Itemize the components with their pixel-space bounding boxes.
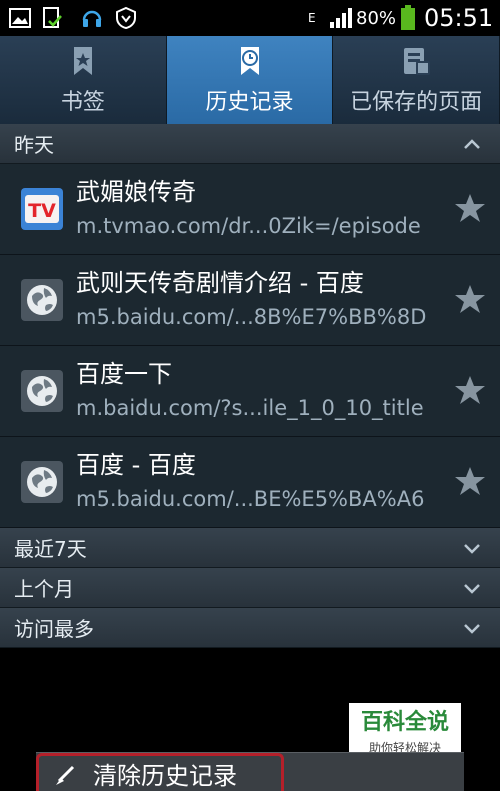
saved-pages-icon (404, 48, 431, 75)
options-menu: 清除历史记录 (36, 752, 464, 791)
network-type: E (308, 11, 316, 25)
tab-history[interactable]: 历史记录 (166, 36, 334, 124)
section-yesterday[interactable]: 昨天 (0, 124, 500, 164)
browser-history-tabs: 书签 历史记录 已保存的页面 (0, 36, 500, 124)
history-item[interactable]: 武则天传奇剧情介绍 - 百度 m5.baidu.com/...8B%E7%BB%… (0, 255, 500, 346)
history-title: 百度一下 (76, 360, 172, 388)
chevron-down-icon (464, 544, 480, 554)
section-last-month[interactable]: 上个月 (0, 568, 500, 608)
tab-label: 书签 (60, 90, 105, 115)
section-label: 访问最多 (14, 617, 94, 641)
star-icon[interactable] (454, 192, 486, 224)
battery-percent: 80% (356, 7, 397, 29)
history-list: 昨天 TV 武媚娘传奇 m.tvmao.com/dr...0Zik=/episo… (0, 124, 500, 648)
tab-saved-pages[interactable]: 已保存的页面 (333, 36, 500, 124)
chevron-down-icon (464, 624, 480, 634)
history-title: 武媚娘传奇 (76, 178, 196, 206)
gallery-icon (9, 8, 31, 28)
star-icon[interactable] (454, 283, 486, 315)
history-item[interactable]: 百度 - 百度 m5.baidu.com/...BE%E5%BA%A6 (0, 437, 500, 528)
clock: 05:51 (424, 4, 494, 32)
status-bar: E 80% 05:51 (0, 0, 500, 36)
broom-icon (56, 765, 75, 785)
clear-history-menu-item[interactable]: 清除历史记录 (36, 753, 284, 791)
history-item[interactable]: 百度一下 m.baidu.com/?s...ile_1_0_10_title (0, 346, 500, 437)
globe-icon (21, 279, 63, 321)
svg-text:TV: TV (28, 200, 56, 222)
section-last-7-days[interactable]: 最近7天 (0, 528, 500, 568)
star-icon[interactable] (454, 374, 486, 406)
history-title: 百度 - 百度 (76, 451, 196, 479)
watermark-title: 百科全说 (360, 710, 449, 735)
star-icon[interactable] (454, 465, 486, 497)
shield-icon (116, 6, 136, 30)
tv-icon: TV (21, 188, 63, 230)
history-url: m5.baidu.com/...8B%E7%BB%8D (76, 305, 427, 329)
history-url: m.baidu.com/?s...ile_1_0_10_title (76, 396, 424, 420)
section-label: 上个月 (14, 577, 74, 601)
signal-icon (330, 8, 352, 28)
headset-icon (82, 10, 102, 27)
globe-icon (21, 461, 63, 503)
chevron-up-icon (464, 139, 480, 149)
menu-item-label: 清除历史记录 (93, 762, 237, 790)
section-most-visited[interactable]: 访问最多 (0, 608, 500, 648)
tab-label: 历史记录 (205, 90, 294, 115)
tab-bookmarks[interactable]: 书签 (0, 36, 167, 124)
globe-icon (21, 370, 63, 412)
history-url: m.tvmao.com/dr...0Zik=/episode (76, 214, 421, 238)
history-url: m5.baidu.com/...BE%E5%BA%A6 (76, 487, 425, 511)
bookmark-icon (73, 47, 92, 75)
chevron-down-icon (464, 584, 480, 594)
section-label: 昨天 (14, 133, 54, 157)
history-title: 武则天传奇剧情介绍 - 百度 (76, 269, 364, 297)
battery-icon (401, 5, 416, 30)
section-label: 最近7天 (14, 537, 87, 561)
tab-label: 已保存的页面 (350, 90, 483, 115)
history-item[interactable]: TV 武媚娘传奇 m.tvmao.com/dr...0Zik=/episode (0, 164, 500, 255)
history-clock-icon (240, 47, 259, 75)
download-done-icon (43, 7, 62, 28)
